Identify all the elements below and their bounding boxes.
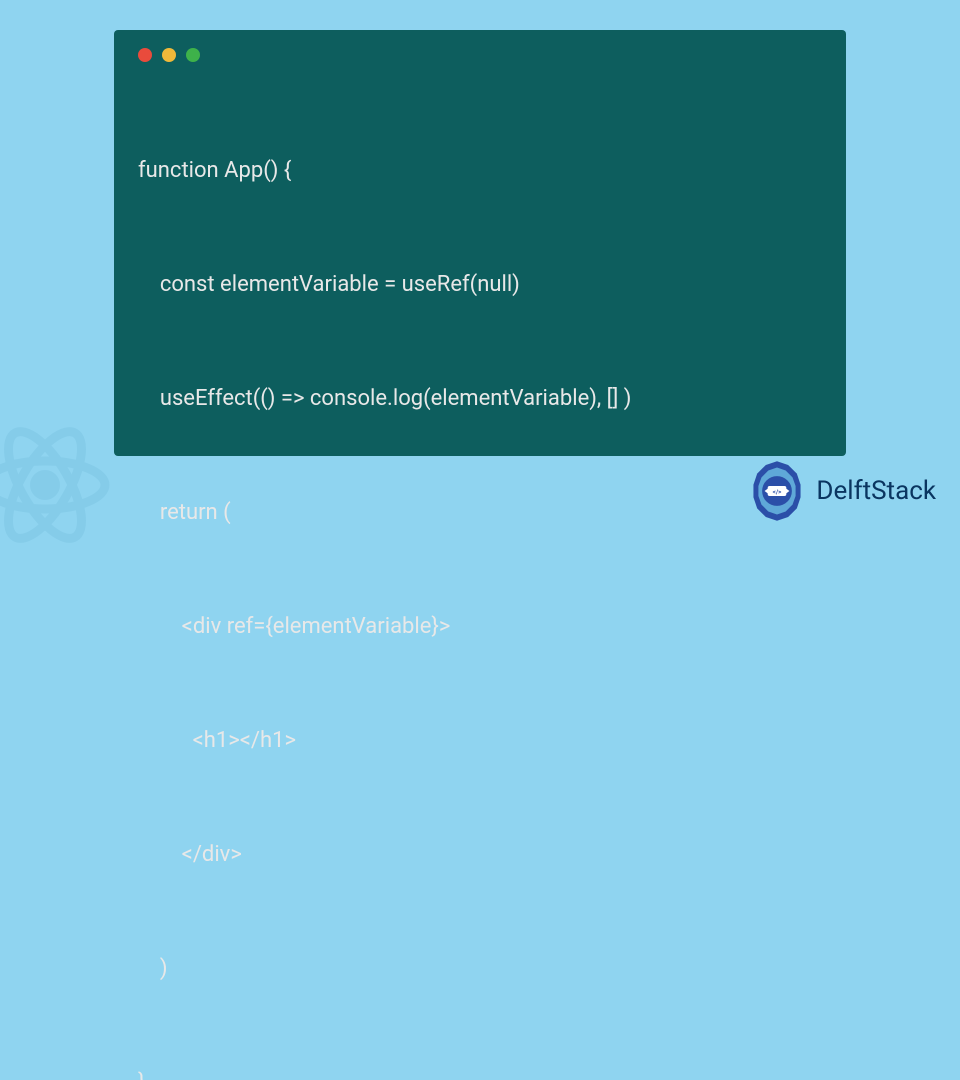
code-line: function App() { bbox=[138, 152, 822, 190]
close-icon bbox=[138, 48, 152, 62]
code-line: ) bbox=[138, 950, 822, 988]
code-line: </div> bbox=[138, 836, 822, 874]
react-icon bbox=[0, 410, 120, 560]
brand-logo-icon: </> bbox=[746, 460, 808, 522]
code-line: } bbox=[138, 1064, 822, 1080]
code-line: return ( bbox=[138, 494, 822, 532]
code-line: <h1></h1> bbox=[138, 722, 822, 760]
code-line: const elementVariable = useRef(null) bbox=[138, 266, 822, 304]
minimize-icon bbox=[162, 48, 176, 62]
code-line: useEffect(() => console.log(elementVaria… bbox=[138, 380, 822, 418]
code-window: function App() { const elementVariable =… bbox=[114, 30, 846, 456]
brand: </> DelftStack bbox=[746, 460, 936, 522]
brand-name: DelftStack bbox=[816, 476, 936, 506]
code-line: <div ref={elementVariable}> bbox=[138, 608, 822, 646]
react-logo-watermark bbox=[0, 410, 120, 560]
svg-text:</>: </> bbox=[773, 488, 782, 496]
maximize-icon bbox=[186, 48, 200, 62]
window-titlebar bbox=[138, 48, 822, 62]
code-block: function App() { const elementVariable =… bbox=[138, 76, 822, 1080]
